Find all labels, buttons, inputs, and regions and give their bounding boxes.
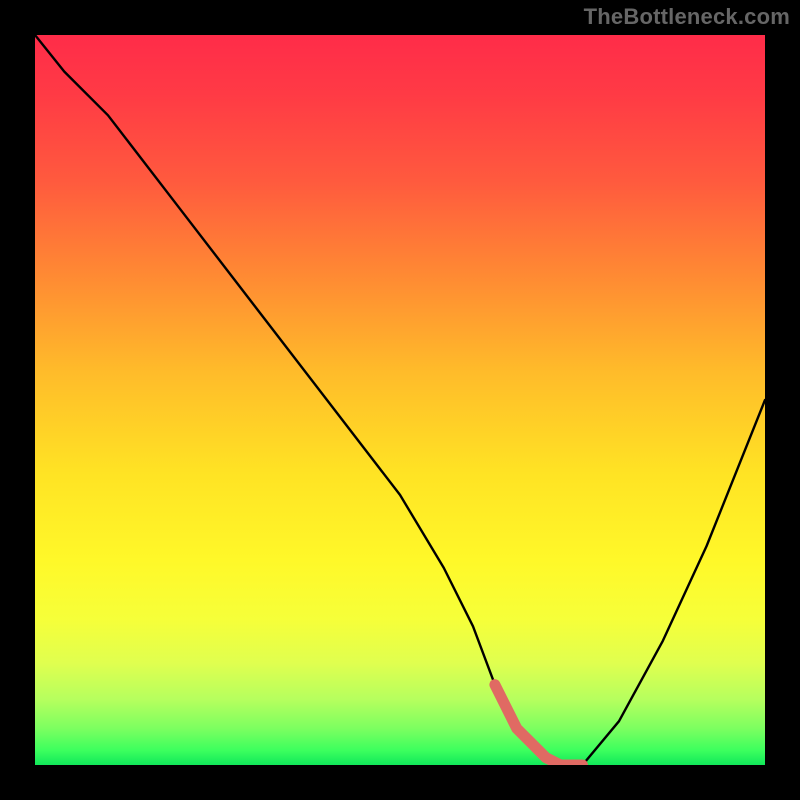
chart-wrapper: TheBottleneck.com (0, 0, 800, 800)
recommended-zone-line (495, 685, 583, 765)
bottleneck-curve-line (35, 35, 765, 765)
chart-plot (35, 35, 765, 765)
watermark-text: TheBottleneck.com (584, 4, 790, 30)
